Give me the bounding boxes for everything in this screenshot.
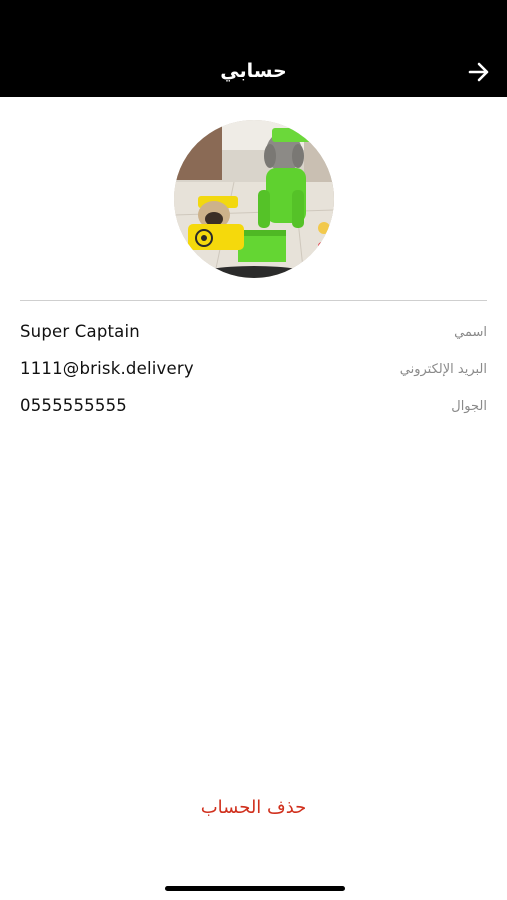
phone-label: الجوال — [451, 399, 487, 414]
name-value: Super Captain — [20, 322, 140, 341]
email-value: 1111@brisk.delivery — [20, 359, 194, 378]
arrow-right-icon — [468, 62, 489, 82]
field-row-name: Super Captain اسمي — [20, 322, 487, 348]
delete-account-button[interactable]: حذف الحساب — [0, 797, 507, 818]
app-header: حسابي — [0, 0, 507, 97]
phone-value: 0555555555 — [20, 396, 127, 415]
field-row-email: 1111@brisk.delivery البريد الإلكتروني — [20, 359, 487, 385]
name-label: اسمي — [454, 325, 487, 340]
home-indicator[interactable] — [165, 886, 345, 891]
page-title: حسابي — [220, 60, 287, 82]
avatar[interactable] — [174, 120, 334, 278]
divider — [20, 300, 487, 301]
email-label: البريد الإلكتروني — [399, 362, 487, 377]
field-row-phone: 0555555555 الجوال — [20, 396, 487, 422]
back-button[interactable] — [465, 58, 493, 86]
avatar-photo — [174, 120, 334, 278]
